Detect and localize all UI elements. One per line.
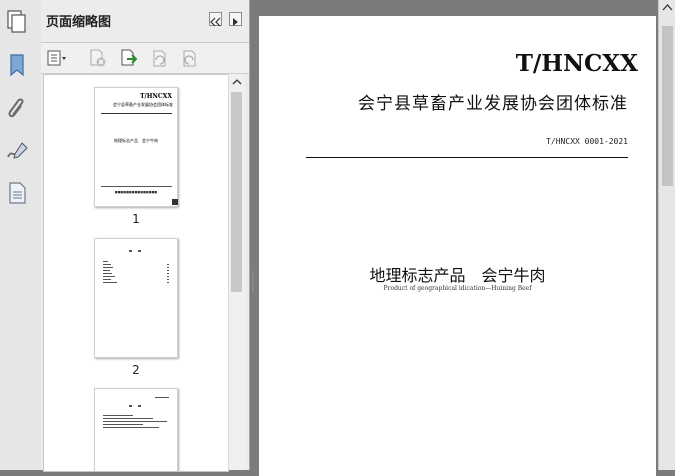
delete-page-icon[interactable] <box>87 48 109 68</box>
attachments-icon[interactable] <box>4 95 30 121</box>
triangle-right-icon <box>233 18 238 26</box>
options-menu-icon[interactable] <box>46 48 68 68</box>
toc-page-preview <box>103 250 169 283</box>
thumbnail-toolbar <box>41 43 249 74</box>
scroll-up-arrow-icon[interactable] <box>229 75 245 89</box>
doc-scroll-up-arrow-icon[interactable] <box>659 1 675 15</box>
signatures-icon[interactable] <box>4 138 30 164</box>
document-icon[interactable] <box>4 180 30 206</box>
standard-code: T/HNCXX <box>515 50 638 77</box>
foreword-page-preview <box>103 397 169 428</box>
panel-title: 页面缩略图 <box>46 15 112 30</box>
thumbnail-list: T/HNCXX 会宁县草畜产业发展协会团体标准 地理标志产品 会宁牛肉 ■■■■… <box>43 74 229 472</box>
bookmarks-icon[interactable] <box>4 52 30 78</box>
pages-icon[interactable] <box>4 8 30 34</box>
thumb-footer-rule <box>101 186 172 187</box>
header-rule <box>306 157 628 158</box>
left-navigation-bar <box>0 0 42 470</box>
double-chevron-left-icon <box>210 17 221 27</box>
document-page: T/HNCXX 会宁县草畜产业发展协会团体标准 T/HNCXX 0001-202… <box>259 16 656 476</box>
thumb-title: 地理标志产品 会宁牛肉 <box>114 138 158 143</box>
panel-header: 页面缩略图 <box>41 0 249 43</box>
rotate-cw-icon[interactable] <box>178 48 200 68</box>
thumb-rule <box>101 113 172 114</box>
rotate-ccw-icon[interactable] <box>148 48 170 68</box>
thumbnail-label-1: 1 <box>132 212 140 226</box>
document-title: 地理标志产品 会宁牛肉 <box>369 266 546 285</box>
thumb-footer: ■■■■■■■■■■■■■■■ <box>114 190 158 194</box>
thumbnail-label-2: 2 <box>132 363 140 377</box>
collapse-left-button[interactable] <box>209 12 222 27</box>
thumbnail-scroll-thumb[interactable] <box>231 92 242 292</box>
document-view: T/HNCXX 会宁县草畜产业发展协会团体标准 T/HNCXX 0001-202… <box>250 0 675 476</box>
association-name: 会宁县草畜产业发展协会团体标准 <box>358 94 628 114</box>
thumb-corner-handle[interactable] <box>172 199 178 205</box>
standard-number: T/HNCXX 0001-2021 <box>546 137 628 146</box>
thumb-code: T/HNCXX <box>140 93 172 100</box>
collapse-right-button[interactable] <box>229 12 242 26</box>
thumb-association: 会宁县草畜产业发展协会团体标准 <box>113 102 173 107</box>
document-subtitle: Product of geographical idication—Huinin… <box>383 285 532 292</box>
document-scrollbar[interactable] <box>658 0 675 470</box>
insert-page-icon[interactable] <box>118 48 140 68</box>
thumbnail-page-1[interactable]: T/HNCXX 会宁县草畜产业发展协会团体标准 地理标志产品 会宁牛肉 ■■■■… <box>94 87 178 207</box>
panel-splitter-grip[interactable] <box>250 270 256 294</box>
page-thumbnails-panel: 页面缩略图 T/HNCXX 会宁县草畜产业发展协会团体标准 地理标志产品 会宁牛… <box>41 0 250 472</box>
document-scroll-thumb[interactable] <box>662 26 673 186</box>
thumbnail-page-3[interactable] <box>94 388 178 471</box>
thumbnail-page-2[interactable] <box>94 238 178 358</box>
thumbnail-scrollbar[interactable] <box>228 74 245 470</box>
